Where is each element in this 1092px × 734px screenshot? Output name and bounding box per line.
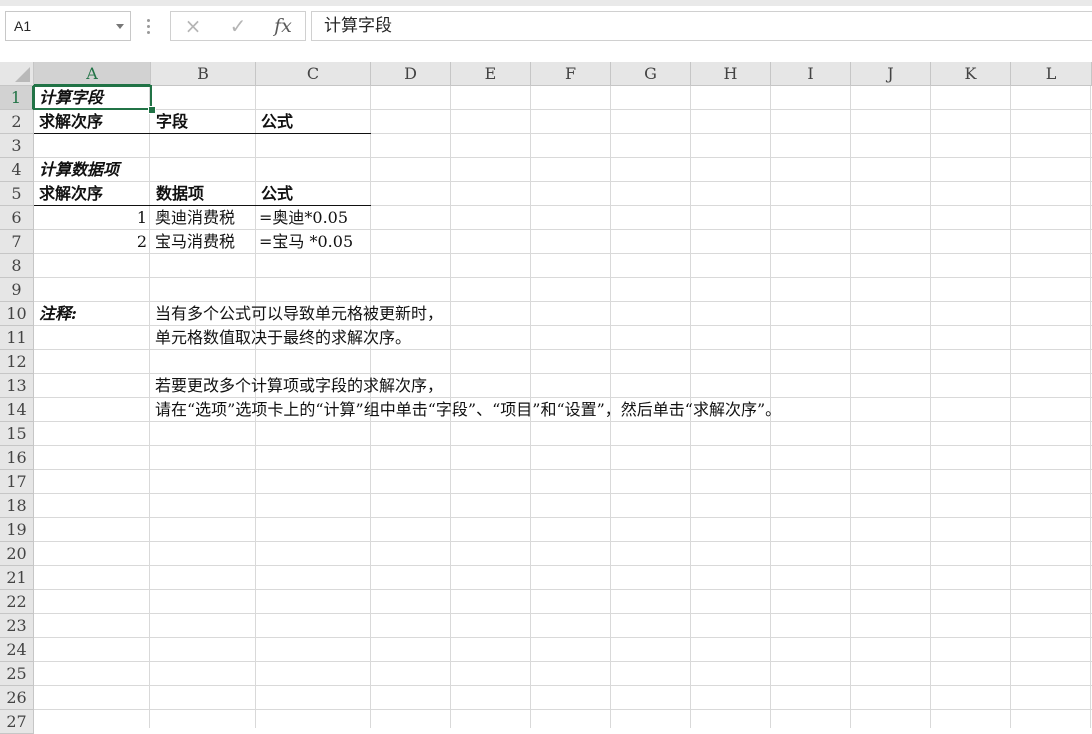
formula-buttons: × ✓ fx bbox=[170, 11, 306, 41]
enter-icon[interactable]: ✓ bbox=[218, 12, 258, 40]
column-header-f[interactable]: F bbox=[531, 62, 611, 86]
row-header-22[interactable]: 22 bbox=[0, 590, 34, 614]
column-header-b[interactable]: B bbox=[151, 62, 256, 86]
cell-a2[interactable]: 求解次序 bbox=[39, 110, 103, 134]
column-header-l[interactable]: L bbox=[1011, 62, 1092, 86]
formula-input[interactable]: 计算字段 bbox=[311, 11, 1092, 41]
row-header-14[interactable]: 14 bbox=[0, 398, 34, 422]
cell-a5[interactable]: 求解次序 bbox=[39, 182, 103, 206]
row-header-20[interactable]: 20 bbox=[0, 542, 34, 566]
row-header-9[interactable]: 9 bbox=[0, 278, 34, 302]
cell-b2[interactable]: 字段 bbox=[156, 110, 188, 134]
row-header-3[interactable]: 3 bbox=[0, 134, 34, 158]
cell-b10[interactable]: 当有多个公式可以导致单元格被更新时， bbox=[155, 302, 443, 326]
column-header-e[interactable]: E bbox=[451, 62, 531, 86]
cell-c5[interactable]: 公式 bbox=[261, 182, 293, 206]
column-header-d[interactable]: D bbox=[371, 62, 451, 86]
select-all-icon bbox=[15, 67, 30, 82]
row-header-17[interactable]: 17 bbox=[0, 470, 34, 494]
row-header-7[interactable]: 7 bbox=[0, 230, 34, 254]
column-header-a[interactable]: A bbox=[34, 62, 151, 86]
cell-b11[interactable]: 单元格数值取决于最终的求解次序。 bbox=[155, 326, 411, 350]
column-header-c[interactable]: C bbox=[256, 62, 371, 86]
header-underline-row-2 bbox=[34, 133, 371, 134]
insert-function-icon[interactable]: fx bbox=[263, 12, 303, 40]
row-header-10[interactable]: 10 bbox=[0, 302, 34, 326]
cell-b13[interactable]: 若要更改多个计算项或字段的求解次序， bbox=[155, 374, 443, 398]
chevron-down-icon[interactable] bbox=[116, 24, 124, 29]
cell-a10[interactable]: 注释: bbox=[39, 302, 77, 326]
active-cell-border bbox=[33, 85, 152, 110]
more-options-icon[interactable] bbox=[147, 19, 151, 35]
row-header-15[interactable]: 15 bbox=[0, 422, 34, 446]
cancel-icon[interactable]: × bbox=[173, 12, 213, 40]
name-box[interactable]: A1 bbox=[5, 11, 131, 41]
row-header-19[interactable]: 19 bbox=[0, 518, 34, 542]
row-header-13[interactable]: 13 bbox=[0, 374, 34, 398]
cell-b5[interactable]: 数据项 bbox=[156, 182, 204, 206]
row-header-23[interactable]: 23 bbox=[0, 614, 34, 638]
row-header-4[interactable]: 4 bbox=[0, 158, 34, 182]
row-header-2[interactable]: 2 bbox=[0, 110, 34, 134]
cell-b14[interactable]: 请在“选项”选项卡上的“计算”组中单击“字段”、“项目”和“设置”，然后单击“求… bbox=[155, 398, 781, 422]
row-header-12[interactable]: 12 bbox=[0, 350, 34, 374]
column-header-k[interactable]: K bbox=[931, 62, 1011, 86]
row-header-27[interactable]: 27 bbox=[0, 710, 34, 734]
row-header-11[interactable]: 11 bbox=[0, 326, 34, 350]
cell-c6[interactable]: =奥迪*0.05 bbox=[259, 206, 348, 230]
column-header-h[interactable]: H bbox=[691, 62, 771, 86]
column-header-g[interactable]: G bbox=[611, 62, 691, 86]
row-header-8[interactable]: 8 bbox=[0, 254, 34, 278]
row-header-26[interactable]: 26 bbox=[0, 686, 34, 710]
column-header-j[interactable]: J bbox=[851, 62, 931, 86]
row-header-18[interactable]: 18 bbox=[0, 494, 34, 518]
row-header-24[interactable]: 24 bbox=[0, 638, 34, 662]
row-header-5[interactable]: 5 bbox=[0, 182, 34, 206]
cell-b6[interactable]: 奥迪消费税 bbox=[155, 206, 235, 230]
fill-handle[interactable] bbox=[148, 106, 156, 114]
row-header-1[interactable]: 1 bbox=[0, 86, 34, 110]
cell-a6[interactable]: 1 bbox=[34, 206, 147, 230]
select-all-button[interactable] bbox=[0, 62, 34, 86]
cell-c2[interactable]: 公式 bbox=[261, 110, 293, 134]
cell-b7[interactable]: 宝马消费税 bbox=[155, 230, 235, 254]
row-header-16[interactable]: 16 bbox=[0, 446, 34, 470]
row-header-25[interactable]: 25 bbox=[0, 662, 34, 686]
row-header-21[interactable]: 21 bbox=[0, 566, 34, 590]
cell-a7[interactable]: 2 bbox=[34, 230, 147, 254]
row-header-6[interactable]: 6 bbox=[0, 206, 34, 230]
cell-c7[interactable]: =宝马 *0.05 bbox=[259, 230, 353, 254]
name-box-value: A1 bbox=[14, 18, 32, 34]
column-header-i[interactable]: I bbox=[771, 62, 851, 86]
cell-a4[interactable]: 计算数据项 bbox=[39, 158, 119, 182]
